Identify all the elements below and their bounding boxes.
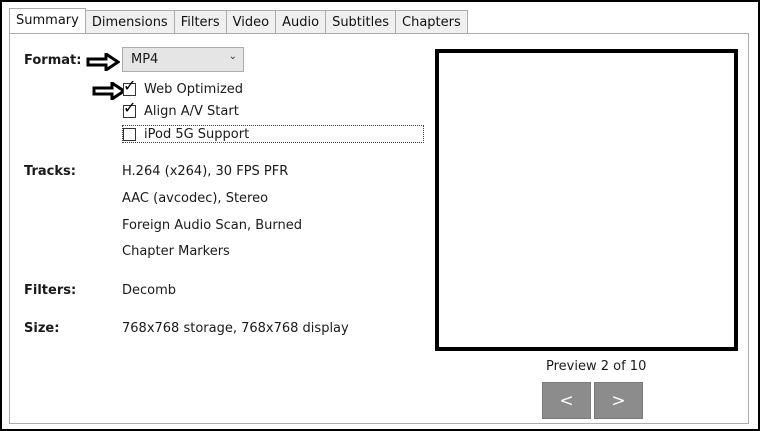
tab-chapters[interactable]: Chapters [395, 10, 468, 33]
align-av-label: Align A/V Start [144, 103, 239, 119]
format-value: MP4 [131, 52, 159, 67]
preview-prev-button[interactable]: < [542, 382, 591, 419]
format-select[interactable]: MP4 ⌄ [122, 47, 244, 72]
track-subtitles: Foreign Audio Scan, Burned [122, 218, 302, 233]
tab-dimensions[interactable]: Dimensions [84, 10, 175, 33]
track-chapters: Chapter Markers [122, 244, 230, 259]
format-label: Format: [24, 53, 82, 68]
align-av-checkbox[interactable]: ✓ [123, 99, 136, 118]
tab-filters[interactable]: Filters [173, 10, 227, 33]
tab-strip: Summary Dimensions Filters Video Audio S… [9, 8, 468, 34]
checkmark-icon: ✓ [123, 75, 137, 95]
filters-value: Decomb [122, 283, 177, 298]
tab-subtitles[interactable]: Subtitles [325, 10, 396, 33]
preview-caption: Preview 2 of 10 [546, 359, 647, 374]
tab-video[interactable]: Video [225, 10, 277, 33]
track-video: H.264 (x264), 30 FPS PFR [122, 164, 289, 179]
web-optimized-checkbox[interactable]: ✓ [123, 77, 136, 96]
ipod-option[interactable]: iPod 5G Support [123, 125, 249, 143]
checkmark-icon: ✓ [123, 97, 137, 117]
web-optimized-label: Web Optimized [144, 81, 244, 97]
filters-label: Filters: [24, 283, 77, 298]
ipod-label: iPod 5G Support [144, 126, 250, 142]
tab-audio[interactable]: Audio [275, 10, 327, 33]
tracks-label: Tracks: [24, 164, 76, 179]
preview-next-button[interactable]: > [594, 382, 643, 419]
web-optimized-option[interactable]: ✓ Web Optimized [123, 77, 244, 98]
tab-summary[interactable]: Summary [9, 8, 86, 33]
right-arrow-icon [92, 82, 126, 100]
align-av-option[interactable]: ✓ Align A/V Start [123, 99, 239, 120]
ipod-checkbox[interactable] [123, 127, 136, 141]
size-label: Size: [24, 321, 60, 336]
preview-image [435, 49, 738, 351]
chevron-down-icon: ⌄ [228, 51, 237, 62]
right-arrow-icon [86, 53, 120, 71]
track-audio: AAC (avcodec), Stereo [122, 191, 269, 206]
size-value: 768x768 storage, 768x768 display [122, 321, 349, 336]
